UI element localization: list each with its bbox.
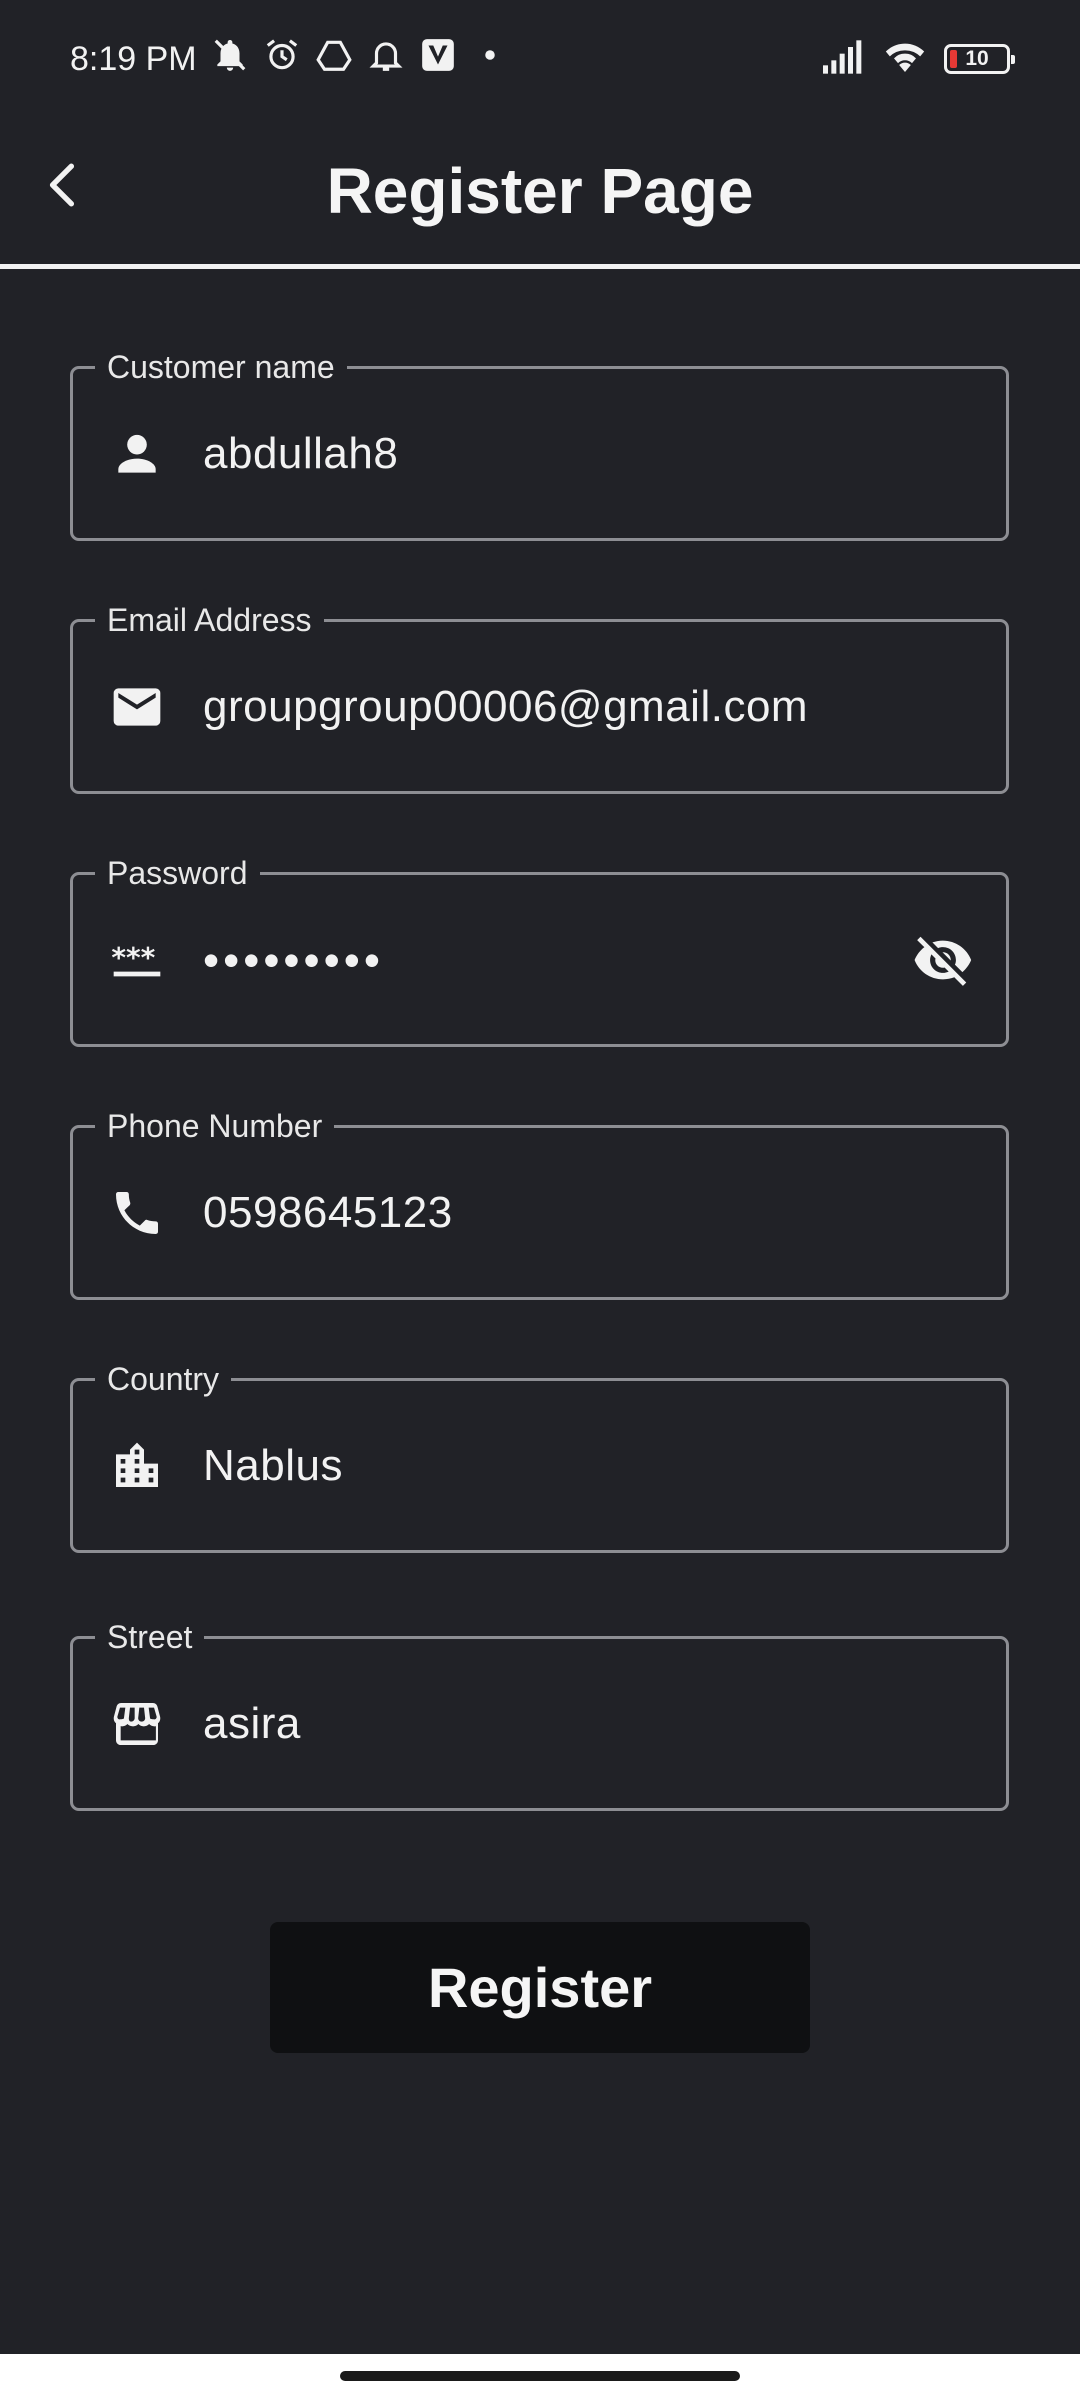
store-icon	[107, 1694, 167, 1754]
v-app-icon	[419, 36, 457, 83]
password-field[interactable]: Password *** •••••••••	[70, 853, 1009, 1047]
email-field[interactable]: Email Address groupgroup00006@gmail.com	[70, 600, 1009, 794]
notification-bell-icon	[367, 36, 405, 83]
phone-icon	[107, 1183, 167, 1243]
back-button[interactable]	[28, 140, 98, 230]
customer-name-label: Customer name	[95, 347, 347, 387]
street-field[interactable]: Street asira	[70, 1617, 1009, 1811]
customer-name-field[interactable]: Customer name abdullah8	[70, 347, 1009, 541]
email-input[interactable]: groupgroup00006@gmail.com	[203, 682, 808, 732]
street-label: Street	[95, 1617, 205, 1657]
wifi-icon	[882, 37, 928, 82]
page-title: Register Page	[326, 155, 754, 227]
email-label: Email Address	[95, 600, 324, 640]
country-input[interactable]: Nablus	[203, 1441, 343, 1491]
city-icon	[107, 1436, 167, 1496]
status-left: 8:19 PM	[70, 36, 509, 83]
password-icon: ***	[107, 930, 167, 990]
country-field[interactable]: Country Nablus	[70, 1359, 1009, 1553]
phone-label: Phone Number	[95, 1106, 335, 1146]
app-bar-divider	[0, 264, 1080, 269]
alarm-icon	[263, 36, 301, 83]
customer-name-input[interactable]: abdullah8	[203, 429, 398, 479]
password-label: Password	[95, 853, 260, 893]
email-icon	[107, 677, 167, 737]
battery-icon: 10	[944, 44, 1015, 74]
register-button[interactable]: Register	[270, 1922, 810, 2053]
chevron-left-icon	[49, 163, 75, 207]
muted-bell-icon	[211, 36, 249, 83]
drive-icon	[315, 36, 353, 83]
street-input[interactable]: asira	[203, 1699, 301, 1749]
battery-level: 10	[965, 47, 989, 70]
battery-low-indicator	[950, 50, 957, 68]
visibility-off-icon[interactable]	[910, 927, 976, 993]
password-input[interactable]: •••••••••	[203, 933, 384, 987]
svg-text:***: ***	[111, 941, 155, 974]
home-indicator[interactable]	[340, 2371, 740, 2381]
signal-icon	[820, 37, 866, 82]
person-icon	[107, 424, 167, 484]
dot-icon	[471, 36, 509, 83]
app-bar: Register Page	[0, 118, 1080, 264]
status-right: 10	[820, 37, 1015, 82]
phone-field[interactable]: Phone Number 0598645123	[70, 1106, 1009, 1300]
status-time: 8:19 PM	[70, 39, 197, 78]
country-label: Country	[95, 1359, 232, 1399]
status-bar: 8:19 PM 10	[0, 0, 1080, 118]
phone-input[interactable]: 0598645123	[203, 1188, 453, 1238]
